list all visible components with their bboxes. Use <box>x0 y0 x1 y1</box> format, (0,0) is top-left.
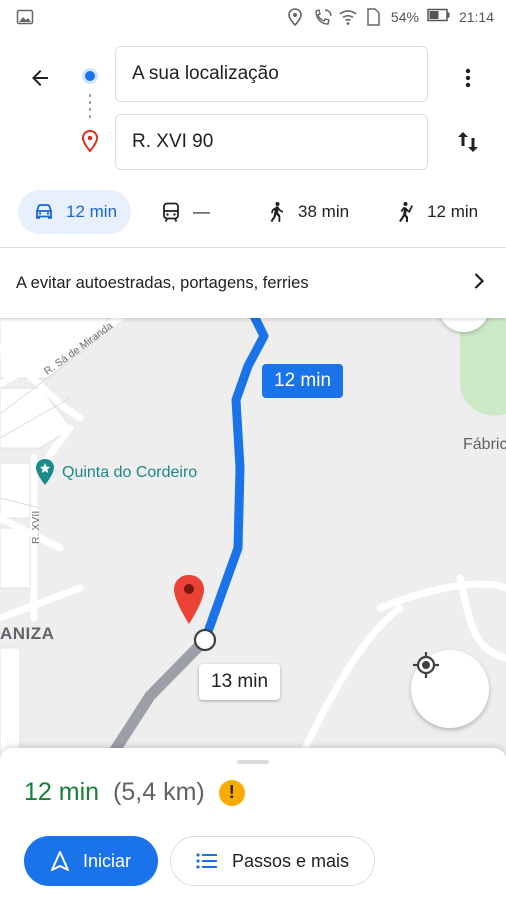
route-line <box>200 318 269 645</box>
call-wifi-icon <box>313 8 332 26</box>
directions-header: A sua localização R. XVI 90 <box>0 34 506 180</box>
clock: 21:14 <box>458 9 494 25</box>
ride-icon <box>393 200 417 224</box>
location-icon <box>287 8 305 27</box>
mode-walking-label: 38 min <box>298 202 350 221</box>
route-options-text: A evitar autoestradas, portagens, ferrie… <box>16 273 309 292</box>
sheet-drag-handle[interactable] <box>237 760 269 764</box>
map-label-area: ANIZA <box>0 624 55 643</box>
status-bar: 54% 21:14 <box>0 0 506 34</box>
park-area <box>460 318 506 416</box>
start-navigation-label: Iniciar <box>82 850 131 871</box>
route-duration: 12 min <box>24 778 100 806</box>
list-icon <box>196 853 218 869</box>
route-summary-sheet[interactable]: 12 min (5,4 km) ! Iniciar Passos e mais <box>0 748 506 900</box>
warning-icon[interactable]: ! <box>218 779 245 806</box>
route-end-marker <box>193 628 217 652</box>
steps-and-more-label: Passos e mais <box>231 850 350 871</box>
mode-driving-label: 12 min <box>66 202 118 221</box>
back-button[interactable] <box>22 60 58 96</box>
my-location-icon <box>413 652 439 678</box>
route-summary: 12 min (5,4 km) ! <box>24 778 245 807</box>
map-view[interactable]: Fábric Quinta do Cordeiro ANIZA R. Sá de… <box>0 318 506 758</box>
destination-marker-icon[interactable] <box>172 574 206 626</box>
travel-modes: 12 min — 38 min 12 min <box>0 180 506 244</box>
alt-route-line <box>104 634 211 758</box>
route-distance: (5,4 km) <box>113 778 205 806</box>
my-location-button[interactable] <box>411 650 489 728</box>
route-options-row[interactable]: A evitar autoestradas, portagens, ferrie… <box>0 248 506 318</box>
poi-label-quinta-do-cordeiro[interactable]: Quinta do Cordeiro <box>62 464 197 482</box>
origin-field[interactable]: A sua localização <box>115 46 428 102</box>
transit-icon <box>159 200 183 224</box>
mode-transit-label: — <box>193 202 211 221</box>
destination-field[interactable]: R. XVI 90 <box>115 114 428 170</box>
navigation-arrow-icon <box>50 851 69 871</box>
mode-walking[interactable]: 38 min <box>250 190 363 234</box>
chevron-right-icon <box>468 270 490 297</box>
mode-driving[interactable]: 12 min <box>18 190 132 234</box>
swap-vert-icon <box>458 132 478 152</box>
route-connector <box>89 94 91 122</box>
mode-ride[interactable]: 12 min <box>379 190 492 234</box>
map-label-fabric: Fábric <box>463 436 506 453</box>
start-navigation-button[interactable]: Iniciar <box>24 836 158 886</box>
mode-transit[interactable]: — <box>145 190 224 234</box>
back-arrow-icon <box>32 70 48 86</box>
poi-pin-icon[interactable] <box>34 458 56 486</box>
more-options-button[interactable] <box>450 60 486 96</box>
battery-percent: 54% <box>390 9 419 25</box>
mode-ride-label: 12 min <box>427 202 479 221</box>
walk-icon <box>264 200 288 224</box>
route-time-badge[interactable]: 12 min <box>262 364 344 398</box>
battery-icon <box>427 8 451 26</box>
street-label-xvii: R. XVII <box>30 510 42 544</box>
wifi-icon <box>339 8 357 26</box>
sim-icon <box>365 8 383 26</box>
car-icon <box>32 200 56 224</box>
image-icon <box>16 8 34 26</box>
origin-dot-icon <box>82 68 98 84</box>
more-vert-icon <box>465 68 471 88</box>
destination-pin-icon <box>80 129 100 153</box>
alt-route-time-badge[interactable]: 13 min <box>199 664 281 700</box>
swap-button[interactable] <box>450 124 486 160</box>
steps-and-more-button[interactable]: Passos e mais <box>170 836 375 886</box>
